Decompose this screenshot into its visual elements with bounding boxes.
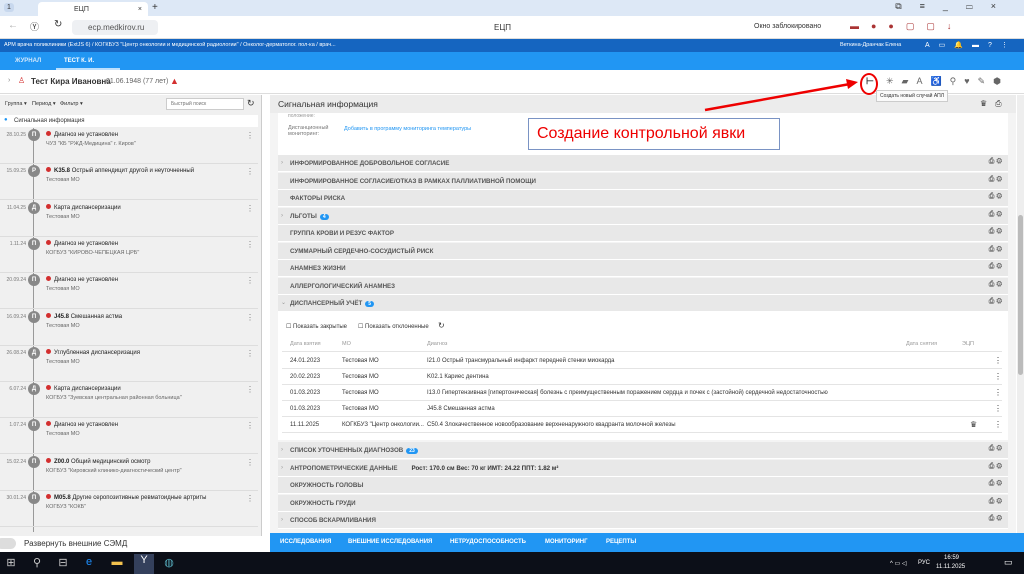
- annotation-arrow: [704, 79, 858, 112]
